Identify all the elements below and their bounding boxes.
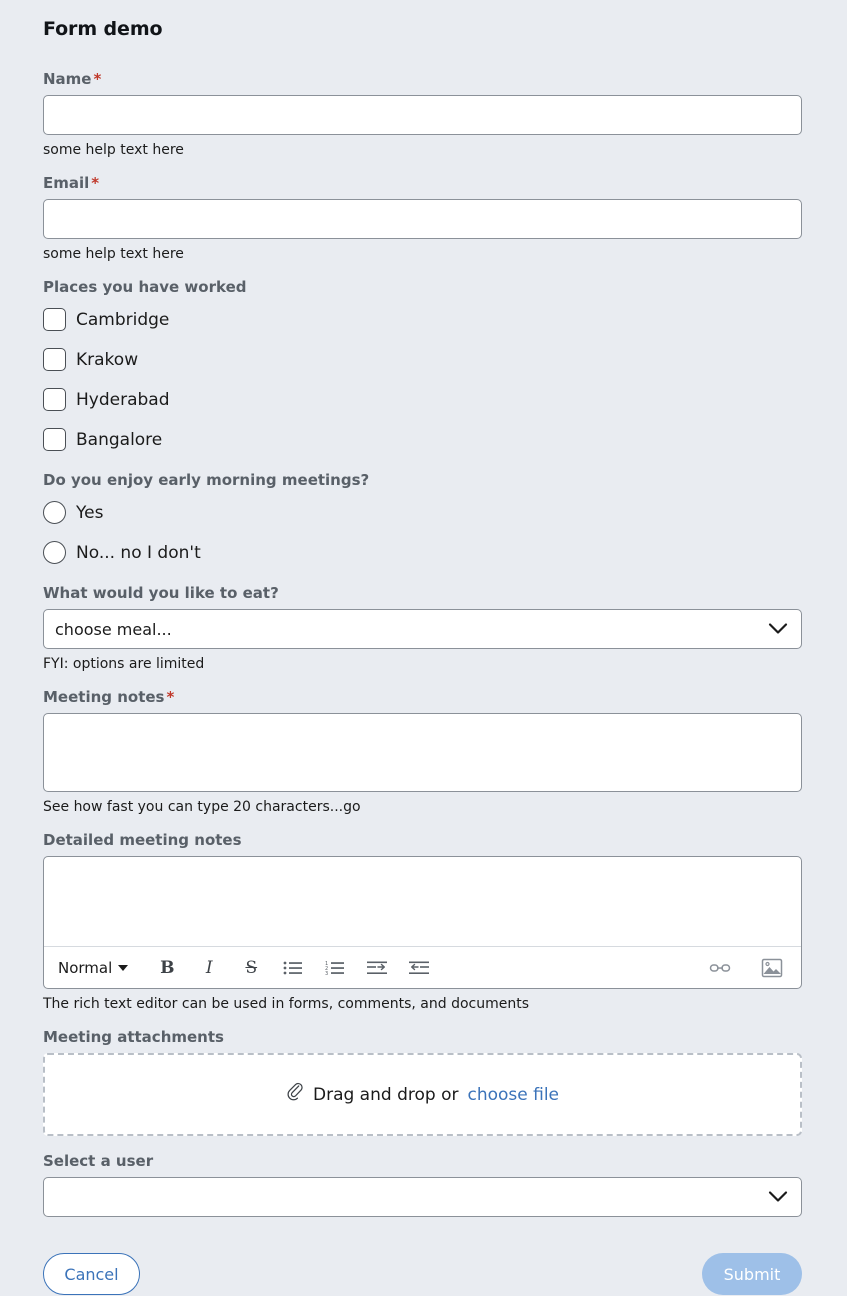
detailed-notes-label: Detailed meeting notes [43,831,242,849]
radio-label: No... no I don't [76,542,201,563]
field-early-meetings: Do you enjoy early morning meetings? Yes… [43,471,803,568]
dropzone-text: Drag and drop or [312,1084,459,1105]
strikethrough-button[interactable]: S [236,953,266,983]
checkbox-row-bangalore[interactable]: Bangalore [43,424,803,455]
email-help-text: some help text here [43,246,184,262]
meeting-notes-label-text: Meeting notes [43,688,165,706]
required-asterisk: * [166,688,175,706]
italic-button[interactable]: I [194,953,224,983]
meal-help-text: FYI: options are limited [43,656,205,672]
user-select-value[interactable] [43,1177,802,1217]
text-style-label: Normal [58,958,113,977]
file-dropzone[interactable]: Drag and drop or choose file [43,1053,802,1136]
name-label: Name * [43,70,803,88]
rich-text-editor: Normal B I S 1 2 3 [43,856,802,989]
rich-text-toolbar: Normal B I S 1 2 3 [44,946,801,988]
checkbox-row-hyderabad[interactable]: Hyderabad [43,384,803,415]
submit-button[interactable]: Submit [702,1253,802,1295]
link-icon[interactable] [705,953,735,983]
places-group-label: Places you have worked [43,278,247,296]
name-help-text: some help text here [43,142,184,158]
radio-icon[interactable] [43,501,66,524]
meal-select[interactable]: choose meal... [43,609,802,649]
checkbox-label: Krakow [76,349,139,370]
rich-text-editor-body[interactable] [44,857,801,946]
field-attachments: Meeting attachments Drag and drop or cho… [43,1028,803,1136]
meeting-notes-label: Meeting notes * [43,688,803,706]
field-meeting-notes: Meeting notes * See how fast you can type… [43,688,803,815]
field-email: Email * some help text here [43,174,803,262]
cancel-button[interactable]: Cancel [43,1253,140,1295]
checkbox-icon[interactable] [43,308,66,331]
field-detailed-notes: Detailed meeting notes Normal B I S 1 2 … [43,831,803,1012]
svg-text:3: 3 [325,971,328,976]
chevron-down-icon [118,964,129,971]
email-label: Email * [43,174,803,192]
outdent-icon[interactable] [404,953,434,983]
user-select-label: Select a user [43,1152,154,1170]
user-select[interactable] [43,1177,802,1217]
meeting-notes-help-text: See how fast you can type 20 characters.… [43,799,361,815]
radio-row-yes[interactable]: Yes [43,497,803,528]
checkbox-label: Hyderabad [76,389,170,410]
checkbox-row-cambridge[interactable]: Cambridge [43,304,803,335]
meal-select-value[interactable]: choose meal... [43,609,802,649]
checkbox-label: Bangalore [76,429,163,450]
checkbox-icon[interactable] [43,428,66,451]
detailed-notes-help-text: The rich text editor can be used in form… [43,996,530,1012]
bold-button[interactable]: B [152,953,182,983]
radio-label: Yes [76,502,104,523]
email-label-text: Email [43,174,90,192]
meeting-notes-textarea[interactable] [43,713,802,792]
form-demo-page: Form demo Name * some help text here Emai… [0,0,847,1295]
image-icon[interactable] [757,953,787,983]
indent-icon[interactable] [362,953,392,983]
checkbox-row-krakow[interactable]: Krakow [43,344,803,375]
email-input[interactable] [43,199,802,239]
text-style-dropdown[interactable]: Normal [58,958,129,977]
checkbox-icon[interactable] [43,348,66,371]
name-label-text: Name [43,70,92,88]
name-input[interactable] [43,95,802,135]
early-meetings-group-label: Do you enjoy early morning meetings? [43,471,370,489]
page-title: Form demo [43,18,163,40]
required-asterisk: * [93,70,102,88]
paperclip-icon [286,1082,304,1107]
required-asterisk: * [91,174,100,192]
choose-file-link[interactable]: choose file [467,1085,559,1105]
field-user-select: Select a user [43,1152,803,1217]
radio-icon[interactable] [43,541,66,564]
meal-label: What would you like to eat? [43,584,279,602]
radio-row-no[interactable]: No... no I don't [43,537,803,568]
attachments-label: Meeting attachments [43,1028,224,1046]
numbered-list-icon[interactable]: 1 2 3 [320,953,350,983]
bullet-list-icon[interactable] [278,953,308,983]
checkbox-icon[interactable] [43,388,66,411]
form-actions: Cancel Submit [43,1253,802,1295]
field-places-worked: Places you have worked Cambridge Krakow … [43,278,803,455]
checkbox-label: Cambridge [76,309,170,330]
field-meal: What would you like to eat? choose meal.… [43,584,803,672]
field-name: Name * some help text here [43,70,803,158]
